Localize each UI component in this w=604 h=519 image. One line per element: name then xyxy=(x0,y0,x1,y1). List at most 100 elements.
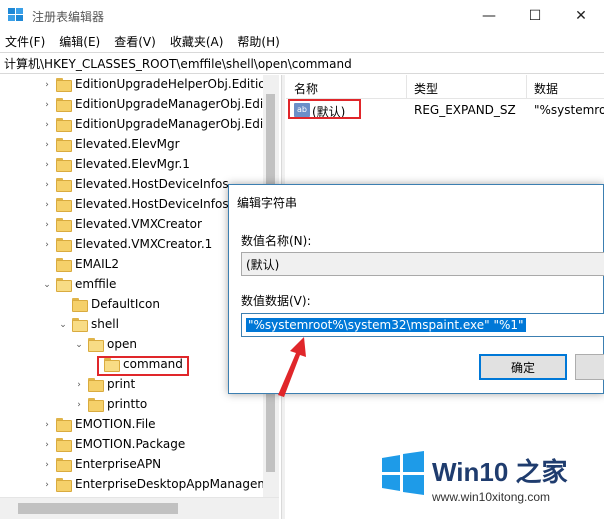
close-icon: ✕ xyxy=(575,7,587,24)
folder-icon xyxy=(88,378,104,392)
minimize-icon: — xyxy=(482,7,496,24)
value-name-field[interactable]: (默认) xyxy=(241,252,604,276)
tree-item[interactable]: › EnterpriseDesktopAppManagem xyxy=(0,475,279,495)
chevron-right-icon xyxy=(58,295,68,315)
menu-help[interactable]: 帮助(H) xyxy=(237,33,279,50)
regedit-app-icon xyxy=(8,8,23,21)
tree-item[interactable]: › EditionUpgradeManagerObj.Edi xyxy=(0,95,279,115)
tree-item-label: EMAIL2 xyxy=(75,257,120,271)
folder-icon xyxy=(88,338,104,352)
tree-item-label: EMOTION.File xyxy=(75,417,156,431)
window-title: 注册表编辑器 xyxy=(32,10,105,24)
chevron-right-icon[interactable]: › xyxy=(42,115,52,135)
tree-item[interactable]: › Elevated.ElevMgr xyxy=(0,135,279,155)
cancel-button[interactable] xyxy=(575,354,604,380)
chevron-down-icon[interactable]: ⌄ xyxy=(74,335,84,355)
tree-item-label: EnterpriseAPN xyxy=(75,457,162,471)
value-data-selected-text: "%systemroot%\system32\mspaint.exe" "%1" xyxy=(246,318,526,332)
highlight-box-command xyxy=(97,356,189,376)
folder-icon xyxy=(56,78,72,92)
folder-icon xyxy=(72,318,88,332)
tree-item-label: open xyxy=(107,337,137,351)
watermark-url: www.win10xitong.com xyxy=(432,490,551,504)
chevron-right-icon[interactable]: › xyxy=(42,435,52,455)
tree-item[interactable]: › EnterpriseAPN xyxy=(0,455,279,475)
chevron-down-icon[interactable]: ⌄ xyxy=(58,315,68,335)
value-name-field-text: (默认) xyxy=(246,257,280,272)
watermark-title: Win10 之家 xyxy=(432,457,568,487)
column-data[interactable]: 数据 xyxy=(534,80,558,97)
maximize-button[interactable]: ☐ xyxy=(512,0,558,31)
value-type: REG_EXPAND_SZ xyxy=(414,103,516,117)
dialog-title: 编辑字符串 xyxy=(237,196,298,210)
tree-item[interactable]: › Elevated.ElevMgr.1 xyxy=(0,155,279,175)
chevron-right-icon[interactable]: › xyxy=(42,195,52,215)
tree-item[interactable]: › EMOTION.File xyxy=(0,415,279,435)
folder-icon xyxy=(56,238,72,252)
tree-item-label: EditionUpgradeHelperObj.Editio xyxy=(75,77,266,91)
tree-item-label: EMOTION.Package xyxy=(75,437,186,451)
tree-item-label: EditionUpgradeManagerObj.Edit xyxy=(75,117,268,131)
tree-item[interactable]: › EditionUpgradeHelperObj.Editio xyxy=(0,75,279,95)
tree-item[interactable]: › EMOTION.Package xyxy=(0,435,279,455)
maximize-icon: ☐ xyxy=(528,7,542,24)
list-header: 名称 类型 数据 xyxy=(286,75,604,99)
menu-view[interactable]: 查看(V) xyxy=(114,33,156,50)
chevron-right-icon[interactable]: › xyxy=(42,135,52,155)
tree-item[interactable]: › printto xyxy=(0,395,279,415)
chevron-right-icon[interactable]: › xyxy=(42,235,52,255)
chevron-right-icon[interactable]: › xyxy=(42,475,52,495)
folder-icon xyxy=(56,258,72,272)
windows-logo-icon xyxy=(382,451,424,495)
chevron-right-icon[interactable]: › xyxy=(42,455,52,475)
tree-item-label: Elevated.ElevMgr xyxy=(75,137,180,151)
chevron-right-icon[interactable]: › xyxy=(42,155,52,175)
tree-item-label: EditionUpgradeManagerObj.Edi xyxy=(75,97,264,111)
menu-bar: 文件(F) 编辑(E) 查看(V) 收藏夹(A) 帮助(H) xyxy=(0,31,604,51)
minimize-button[interactable]: — xyxy=(466,0,512,31)
chevron-right-icon[interactable]: › xyxy=(42,75,52,95)
ok-button[interactable]: 确定 xyxy=(479,354,567,380)
menu-edit[interactable]: 编辑(E) xyxy=(59,33,100,50)
tree-item-label: Elevated.VMXCreator.1 xyxy=(75,237,213,251)
chevron-down-icon[interactable]: ⌄ xyxy=(42,275,52,295)
site-watermark: Win10 之家 www.win10xitong.com xyxy=(370,444,604,519)
chevron-right-icon[interactable]: › xyxy=(42,215,52,235)
value-data-field[interactable]: "%systemroot%\system32\mspaint.exe" "%1" xyxy=(241,313,604,337)
folder-icon xyxy=(56,478,72,492)
chevron-right-icon[interactable]: › xyxy=(42,415,52,435)
folder-icon xyxy=(56,178,72,192)
menu-file[interactable]: 文件(F) xyxy=(5,33,45,50)
tree-item-label: printto xyxy=(107,397,148,411)
ok-button-label: 确定 xyxy=(510,360,535,375)
tree-horizontal-scrollbar[interactable] xyxy=(0,497,279,519)
folder-icon xyxy=(56,198,72,212)
folder-icon xyxy=(56,158,72,172)
chevron-right-icon xyxy=(42,255,52,275)
tree-item-label: Elevated.HostDeviceInfos.1 xyxy=(75,197,241,211)
close-button[interactable]: ✕ xyxy=(558,0,604,31)
folder-icon xyxy=(56,218,72,232)
column-separator[interactable] xyxy=(406,75,407,99)
tree-item-label: shell xyxy=(91,317,119,331)
tree-item[interactable]: › EditionUpgradeManagerObj.Edit xyxy=(0,115,279,135)
column-type[interactable]: 类型 xyxy=(414,80,438,97)
value-data-label: 数值数据(V): xyxy=(241,294,311,308)
column-name[interactable]: 名称 xyxy=(294,80,318,97)
address-path: 计算机\HKEY_CLASSES_ROOT\emffile\shell\open… xyxy=(4,56,352,71)
chevron-right-icon[interactable]: › xyxy=(74,375,84,395)
address-bar[interactable]: 计算机\HKEY_CLASSES_ROOT\emffile\shell\open… xyxy=(0,52,604,74)
folder-icon xyxy=(72,298,88,312)
folder-icon xyxy=(88,398,104,412)
tree-item-label: Elevated.HostDeviceInfos xyxy=(75,177,229,191)
folder-icon xyxy=(56,98,72,112)
value-data: "%systemroo xyxy=(534,103,604,117)
title-bar: 注册表编辑器 — ☐ ✕ xyxy=(0,0,604,31)
folder-icon xyxy=(56,278,72,292)
column-separator[interactable] xyxy=(526,75,527,99)
chevron-right-icon[interactable]: › xyxy=(42,95,52,115)
chevron-right-icon[interactable]: › xyxy=(42,175,52,195)
menu-favorites[interactable]: 收藏夹(A) xyxy=(170,33,224,50)
chevron-right-icon[interactable]: › xyxy=(74,395,84,415)
tree-horizontal-scroll-thumb[interactable] xyxy=(18,503,178,514)
